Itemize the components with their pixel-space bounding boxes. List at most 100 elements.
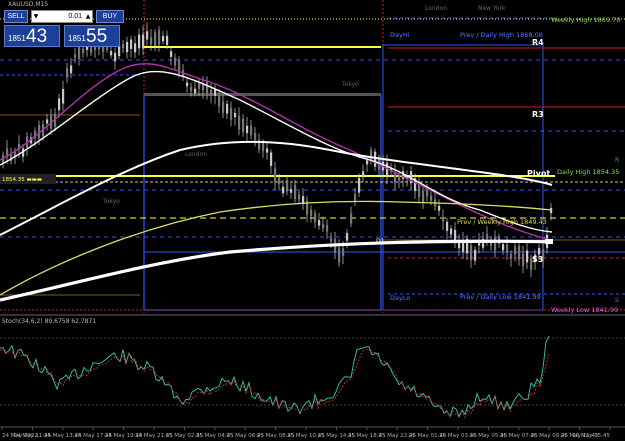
buy-price-quote[interactable]: 1851 55 bbox=[64, 25, 120, 47]
candle-body bbox=[506, 244, 509, 252]
candle-body bbox=[386, 162, 389, 178]
candle-body bbox=[282, 186, 285, 194]
candle-body bbox=[186, 82, 189, 87]
candle-body bbox=[250, 125, 253, 136]
candle-body bbox=[226, 103, 229, 114]
s3-label: S3 bbox=[532, 255, 543, 264]
candle-body bbox=[418, 183, 421, 197]
candle-body bbox=[522, 253, 525, 267]
session-box-inner bbox=[144, 93, 381, 96]
candle-body bbox=[154, 32, 157, 47]
candle-body bbox=[166, 35, 169, 45]
buy-button[interactable]: BUY bbox=[96, 10, 124, 23]
candle-body bbox=[314, 213, 317, 222]
candle-body bbox=[270, 152, 273, 166]
candle-body bbox=[350, 213, 353, 224]
candle-body bbox=[438, 205, 441, 211]
candle-body bbox=[442, 217, 445, 222]
candle-body bbox=[510, 254, 513, 259]
candle-body bbox=[330, 238, 333, 242]
prev-weekly-high-label: Prev / Weekly High 1849.43 bbox=[457, 218, 547, 226]
price-chart[interactable]: XAUUSD,M15 London New York Tokyo London … bbox=[0, 0, 625, 441]
prev-daily-high-label: Prev / Daily High 1868.08 bbox=[460, 31, 543, 39]
sell-price-small: 1851 bbox=[8, 34, 26, 43]
candle-body bbox=[474, 249, 477, 261]
candle-body bbox=[294, 184, 297, 200]
current-price-marker bbox=[545, 239, 553, 244]
candle-body bbox=[114, 52, 117, 62]
candle-body bbox=[158, 29, 161, 45]
candle-body bbox=[230, 107, 233, 120]
candle-body bbox=[526, 250, 529, 263]
pivot-label: Pivot bbox=[527, 169, 550, 178]
candle-body bbox=[238, 115, 241, 130]
session-label-newyork: New York bbox=[478, 5, 506, 12]
candle-body bbox=[138, 34, 141, 49]
r3-label: R3 bbox=[532, 110, 544, 119]
sell-price-big: 43 bbox=[26, 26, 48, 47]
candle-body bbox=[298, 194, 301, 200]
candle-body bbox=[242, 118, 245, 133]
buy-price-small: 1851 bbox=[68, 34, 86, 43]
candle-body bbox=[274, 168, 277, 182]
candle-body bbox=[246, 125, 249, 134]
candle-body bbox=[486, 234, 489, 240]
candle-body bbox=[494, 236, 497, 251]
candle-body bbox=[262, 142, 265, 152]
candle-body bbox=[70, 65, 73, 74]
candle-body bbox=[218, 93, 221, 107]
time-axis: 24 May 202224 May 11:4524 May 13:4524 Ma… bbox=[1, 427, 611, 439]
candle-body bbox=[362, 171, 365, 178]
candle-body bbox=[430, 195, 433, 201]
candle-body bbox=[286, 180, 289, 192]
candle-body bbox=[142, 34, 145, 49]
candle-body bbox=[266, 148, 269, 153]
candle-body bbox=[254, 133, 257, 140]
candle-body bbox=[398, 175, 401, 181]
session-label-london: London bbox=[425, 5, 447, 12]
candle-body bbox=[354, 194, 357, 202]
candle-body bbox=[234, 113, 237, 118]
weekly-high-label: Weekly High 1869.70 bbox=[551, 16, 620, 24]
candle-body bbox=[110, 50, 113, 56]
candle-body bbox=[210, 89, 213, 95]
right-edge-s-label: S bbox=[615, 297, 619, 304]
candle-body bbox=[518, 245, 521, 260]
candle-body bbox=[358, 177, 361, 193]
candle-body bbox=[202, 84, 205, 91]
day-hi-label: DayHi bbox=[390, 31, 410, 39]
candle-body bbox=[318, 219, 321, 226]
candle-body bbox=[194, 88, 197, 94]
candle-body bbox=[538, 247, 541, 255]
sell-price-quote[interactable]: 1851 43 bbox=[4, 25, 60, 47]
candle-body bbox=[394, 172, 397, 183]
lot-decrease-icon[interactable]: ▼ bbox=[32, 10, 40, 23]
candle-body bbox=[502, 244, 505, 251]
candle-body bbox=[346, 233, 349, 241]
candle-body bbox=[74, 54, 77, 58]
candle-body bbox=[374, 151, 377, 167]
candle-body bbox=[470, 245, 473, 261]
candle-body bbox=[126, 41, 129, 53]
candle-body bbox=[162, 35, 165, 42]
prev-daily-low-label: Prev / Daily Low 1841.99 bbox=[460, 293, 541, 301]
candle-body bbox=[278, 177, 281, 185]
candle-body bbox=[190, 86, 193, 92]
daily-high-label: Daily High 1854.35 bbox=[557, 168, 619, 176]
right-edge-r-label: R bbox=[615, 157, 619, 164]
candle-body bbox=[326, 225, 329, 232]
one-click-trade-panel: SELL 0.01 ▼ ▲ BUY 1851 43 1851 55 bbox=[4, 8, 124, 48]
lot-increase-icon[interactable]: ▲ bbox=[84, 10, 92, 23]
candle-body bbox=[170, 51, 173, 57]
candle-body bbox=[206, 81, 209, 97]
candle-body bbox=[342, 248, 345, 256]
sell-button[interactable]: SELL bbox=[4, 10, 28, 23]
candle-body bbox=[450, 228, 453, 235]
candle-body bbox=[46, 119, 49, 124]
candle-body bbox=[82, 48, 85, 54]
candle-body bbox=[66, 67, 69, 78]
candle-body bbox=[514, 246, 517, 255]
candle-body bbox=[290, 189, 293, 193]
candle-body bbox=[338, 247, 341, 263]
session-label-tokyo: Tokyo bbox=[102, 198, 120, 205]
